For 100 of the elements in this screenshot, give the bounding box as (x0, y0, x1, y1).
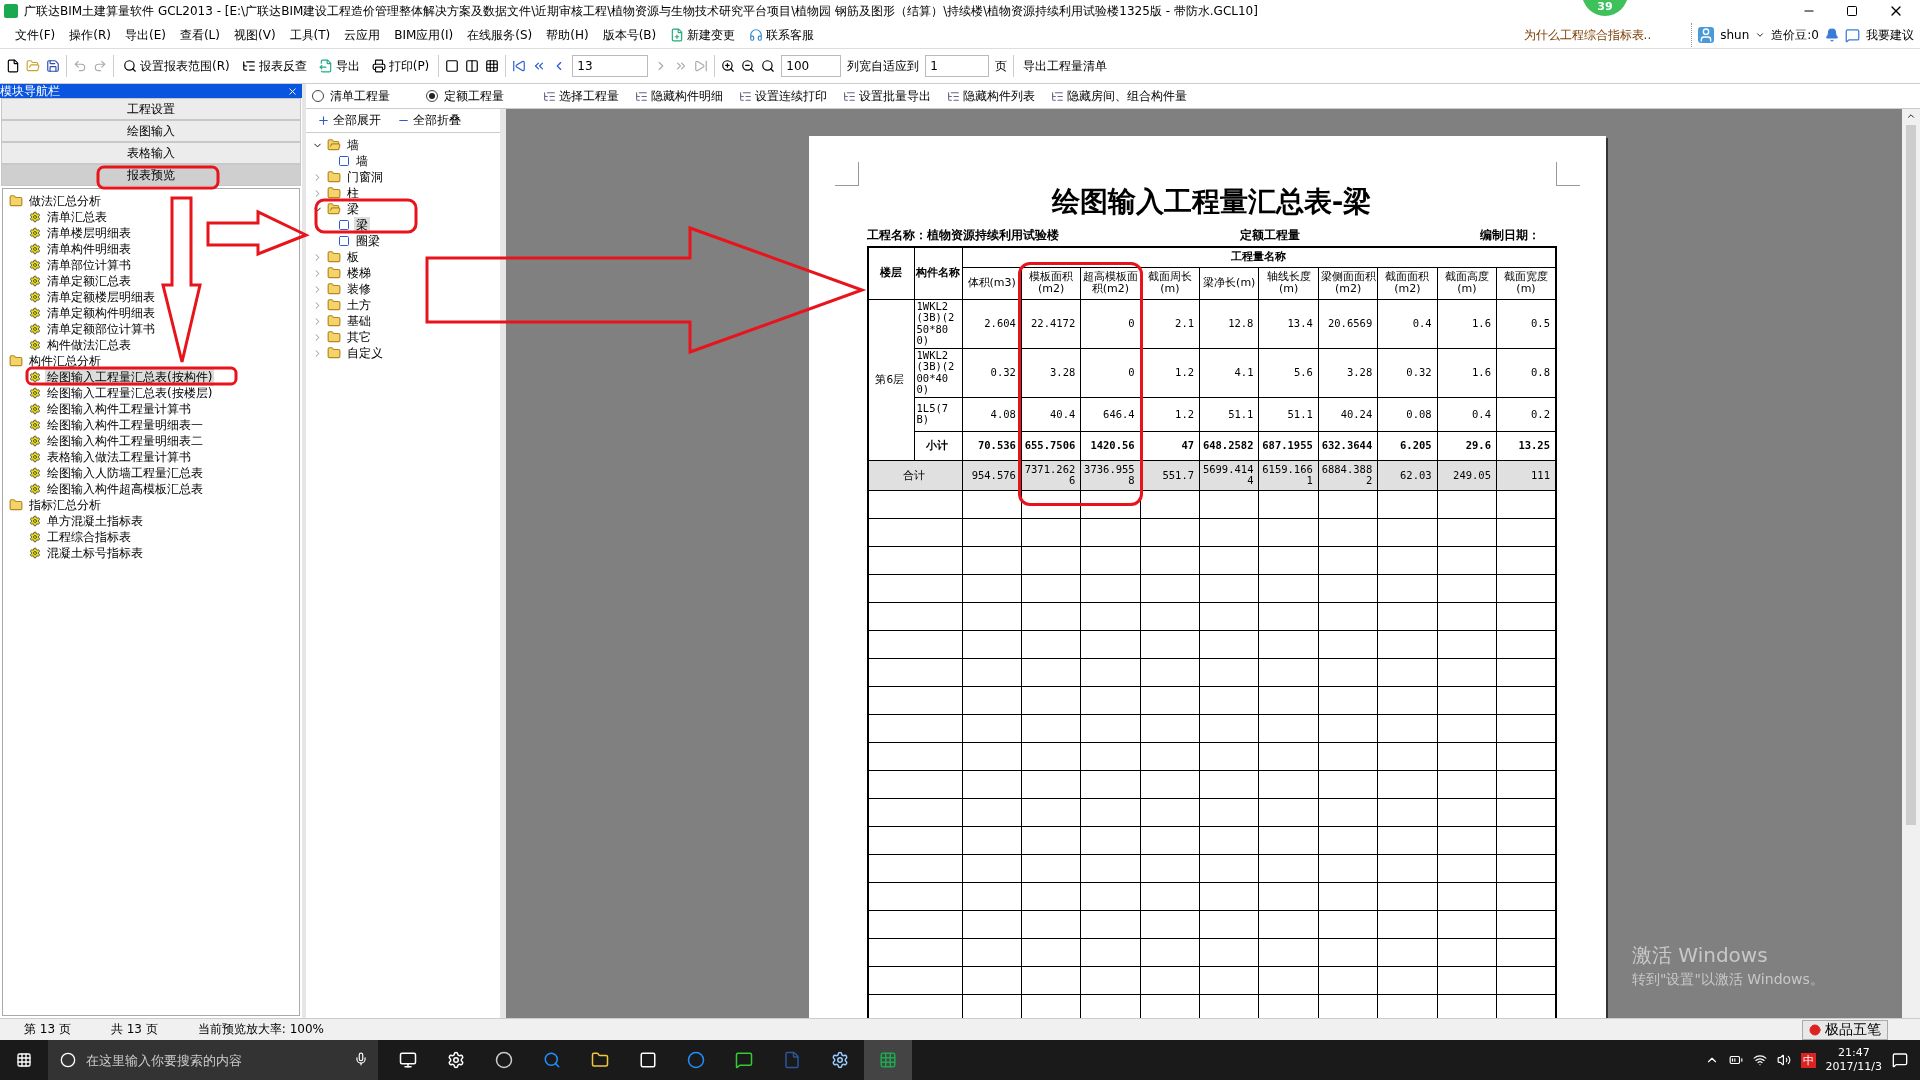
radio-option[interactable]: 定额工程量 (426, 87, 504, 105)
scrollbar[interactable] (1902, 109, 1920, 1018)
tip-link[interactable]: 为什么工程综合指标表.. (1523, 26, 1652, 44)
collapse-all-button[interactable]: 全部折叠 (394, 110, 464, 131)
report-item[interactable]: 绘图输入构件工程量明细表二 (45, 432, 205, 450)
tree-item[interactable]: 门窗洞 (345, 168, 385, 186)
menu-item[interactable]: 在线服务(S) (460, 26, 540, 44)
option-button[interactable]: 设置连续打印 (736, 85, 830, 107)
section-button[interactable]: 表格输入 (1, 142, 301, 164)
dropdown-icon[interactable] (1755, 30, 1766, 40)
menu-item[interactable]: 版本号(B) (595, 26, 664, 44)
zoom-icon[interactable] (761, 59, 776, 73)
expand-all-button[interactable]: 全部展开 (314, 110, 384, 131)
section-button[interactable]: 报表预览 (1, 164, 301, 186)
two-page-icon[interactable] (465, 59, 480, 73)
radio-option[interactable]: 清单工程量 (312, 87, 390, 105)
close-icon[interactable] (287, 85, 298, 97)
menu-item[interactable]: 视图(V) (227, 26, 283, 44)
report-item[interactable]: 清单定额构件明细表 (45, 304, 157, 322)
first-page-icon[interactable] (512, 59, 527, 73)
zoom-field[interactable]: 100 (781, 55, 842, 77)
tree-group-label[interactable]: 指标汇总分析 (27, 496, 103, 514)
table-cell: 1.6 (1437, 299, 1497, 349)
menu-item[interactable]: 云应用 (337, 26, 388, 44)
report-item[interactable]: 工程综合指标表 (45, 528, 133, 546)
notifications-icon[interactable] (1892, 1052, 1908, 1068)
report-item[interactable]: 绘图输入工程量汇总表(按楼层) (45, 384, 215, 402)
battery-icon[interactable] (1728, 1053, 1743, 1067)
volume-icon[interactable] (1776, 1053, 1791, 1067)
report-item[interactable]: 清单汇总表 (45, 208, 109, 226)
option-button[interactable]: 隐藏构件列表 (944, 85, 1038, 107)
tree-item[interactable]: 基础 (345, 312, 373, 330)
user-menu[interactable]: shun (1720, 28, 1750, 42)
menu-item[interactable]: 导出(E) (117, 26, 173, 44)
section-button[interactable]: 绘图输入 (1, 120, 301, 142)
toolbar-button[interactable]: 打印(P) (368, 55, 433, 77)
menu-item[interactable]: 操作(R) (62, 26, 118, 44)
option-button[interactable]: 隐藏构件明细 (632, 85, 726, 107)
tree-item[interactable]: 其它 (345, 328, 373, 346)
toolbar-button[interactable]: 导出 (315, 55, 363, 77)
tree-item[interactable]: 自定义 (345, 344, 385, 362)
tree-item[interactable]: 墙 (345, 136, 361, 154)
toolbar-button[interactable]: 设置报表范围(R) (120, 55, 233, 77)
report-item[interactable]: 绘图输入构件工程量明细表一 (45, 416, 205, 434)
export-button[interactable]: 导出工程量清单 (1020, 55, 1111, 77)
menu-item[interactable]: 帮助(H) (539, 26, 596, 44)
save-icon[interactable] (46, 59, 60, 73)
wifi-icon[interactable] (1752, 1053, 1767, 1067)
column-header: 梁侧面面积(m2) (1318, 267, 1378, 299)
report-item[interactable]: 单方混凝土指标表 (45, 512, 145, 530)
tree-item[interactable]: 土方 (345, 296, 373, 314)
report-item[interactable]: 绘图输入构件工程量计算书 (45, 400, 193, 418)
report-item[interactable]: 清单定额楼层明细表 (45, 288, 157, 306)
zoom-in-icon[interactable] (721, 59, 736, 73)
ime-toolbar[interactable]: 极品五笔 (1802, 1020, 1888, 1040)
report-item[interactable]: 清单定额部位计算书 (45, 320, 157, 338)
tree-item[interactable]: 柱 (345, 184, 361, 202)
section-button[interactable]: 工程设置 (1, 98, 301, 120)
report-item[interactable]: 清单部位计算书 (45, 256, 133, 274)
option-button[interactable]: 选择工程量 (540, 85, 622, 107)
zoom-out-icon[interactable] (741, 59, 756, 73)
menu-item[interactable]: 查看(L) (172, 26, 227, 44)
tree-item[interactable]: 圈梁 (354, 232, 382, 250)
option-button[interactable]: 设置批量导出 (840, 85, 934, 107)
tree-group-label[interactable]: 构件汇总分析 (27, 352, 103, 370)
report-item[interactable]: 表格输入做法工程量计算书 (45, 448, 193, 466)
tree-item[interactable]: 梁 (345, 200, 361, 218)
single-page-icon[interactable] (445, 59, 460, 73)
report-item[interactable]: 清单定额汇总表 (45, 272, 133, 290)
menu-item[interactable]: 工具(T) (282, 26, 338, 44)
page-field[interactable]: 13 (572, 55, 649, 77)
report-item[interactable]: 清单构件明细表 (45, 240, 133, 258)
report-item[interactable]: 绘图输入人防墙工程量汇总表 (45, 464, 205, 482)
fit-field[interactable]: 1 (925, 55, 990, 77)
multi-page-icon[interactable] (485, 59, 500, 73)
gear-icon (29, 339, 41, 351)
tree-group-label[interactable]: 做法汇总分析 (27, 192, 103, 210)
menu-item[interactable]: 新建变更 (663, 26, 743, 44)
option-button[interactable]: 隐藏房间、组合构件量 (1048, 85, 1190, 107)
bell-icon[interactable] (1825, 28, 1839, 42)
clock[interactable]: 21:47 2017/11/3 (1825, 1045, 1882, 1075)
tree-item[interactable]: 装修 (345, 280, 373, 298)
tree-item[interactable]: 板 (345, 248, 361, 266)
feedback-link[interactable]: 我要建议 (1866, 26, 1914, 44)
search-field[interactable]: 在这里输入你要搜索的内容 (48, 1040, 378, 1080)
restore-button[interactable] (1846, 5, 1858, 17)
ime-indicator[interactable]: 中 (1800, 1052, 1816, 1068)
tree-item[interactable]: 墙 (354, 152, 370, 170)
report-item[interactable]: 构件做法汇总表 (45, 336, 133, 354)
menu-item[interactable]: 联系客服 (742, 26, 822, 44)
toolbar-button[interactable]: 报表反查 (238, 55, 310, 77)
menu-item[interactable]: 文件(F) (8, 26, 63, 44)
list-icon (947, 89, 960, 103)
report-item[interactable]: 混凝土标号指标表 (45, 544, 145, 562)
report-item[interactable]: 绘图输入构件超高模板汇总表 (45, 480, 205, 498)
new-file-icon[interactable] (6, 59, 20, 73)
date-label: 编制日期： (1480, 227, 1540, 244)
tree-item[interactable]: 楼梯 (345, 264, 373, 282)
menu-item[interactable]: BIM应用(I) (387, 26, 461, 44)
report-item[interactable]: 清单楼层明细表 (45, 224, 133, 242)
